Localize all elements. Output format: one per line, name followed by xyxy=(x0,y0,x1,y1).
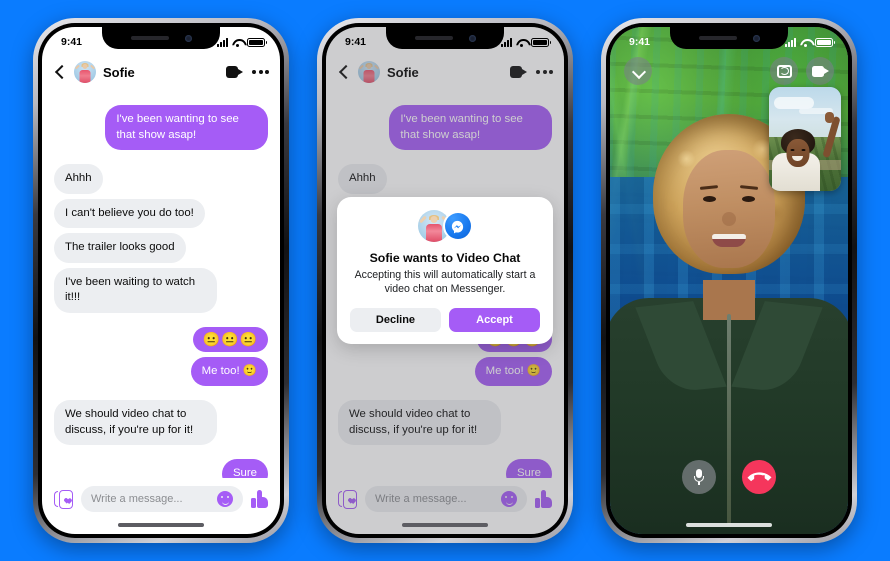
messenger-logo-icon xyxy=(442,211,473,241)
device-notch xyxy=(102,27,220,49)
phone-bezel: 9:41 Sofie I've been wanting to see that… xyxy=(322,23,568,538)
message-row: 😐😐😐 xyxy=(54,326,268,352)
video-camera-icon[interactable] xyxy=(806,57,834,85)
message-bubble: I've been wanting to see that show asap! xyxy=(105,105,268,150)
phone-chat: 9:41 Sofie I've been wanting to see that… xyxy=(33,18,289,543)
microphone-icon[interactable] xyxy=(682,460,716,494)
device-notch xyxy=(670,27,788,49)
status-time: 9:41 xyxy=(345,36,367,48)
chat-header: Sofie xyxy=(42,53,280,91)
phone-bezel: 9:41 xyxy=(606,23,852,538)
message-row: I've been waiting to watch it!!! xyxy=(54,267,268,313)
call-bottom-controls xyxy=(610,460,848,494)
accept-button[interactable]: Accept xyxy=(449,308,540,333)
wifi-icon xyxy=(516,38,527,47)
chevron-down-icon[interactable] xyxy=(624,57,652,85)
phone-call-screen: 9:41 xyxy=(610,27,848,534)
message-row: I've been wanting to see that show asap! xyxy=(54,105,268,150)
call-top-right-controls xyxy=(770,57,834,85)
message-row: Me too! 🙂 xyxy=(54,356,268,387)
message-bubble: We should video chat to discuss, if you'… xyxy=(54,400,217,446)
battery-icon xyxy=(247,37,267,47)
call-top-controls xyxy=(610,57,848,85)
home-indicator xyxy=(686,523,772,527)
dialog-title: Sofie wants to Video Chat xyxy=(369,251,521,265)
message-row: Ahhh xyxy=(54,164,268,194)
video-camera-icon[interactable] xyxy=(226,66,243,78)
video-chat-request-dialog: Sofie wants to Video Chat Accepting this… xyxy=(337,197,553,345)
phone-modal-screen: 9:41 Sofie I've been wanting to see that… xyxy=(326,27,564,534)
header-actions xyxy=(226,66,269,78)
message-row: We should video chat to discuss, if you'… xyxy=(54,400,268,446)
notch-speaker xyxy=(414,36,453,40)
phone-call: 9:41 xyxy=(601,18,857,543)
dialog-subtitle: Accepting this will automatically start … xyxy=(354,269,536,296)
more-options-icon[interactable] xyxy=(252,70,269,74)
battery-icon xyxy=(531,37,551,47)
message-bubble: The trailer looks good xyxy=(54,233,186,263)
home-indicator xyxy=(118,523,204,527)
camera-flip-icon[interactable] xyxy=(770,57,798,85)
message-row: I can't believe you do too! xyxy=(54,198,268,228)
picture-in-picture-self-view[interactable] xyxy=(769,87,841,191)
notch-camera xyxy=(752,34,760,42)
status-indicators xyxy=(217,37,267,47)
emoji-smiley-icon[interactable] xyxy=(217,491,233,507)
message-bubble: I've been waiting to watch it!!! xyxy=(54,267,217,313)
message-row: The trailer looks good xyxy=(54,233,268,263)
device-notch xyxy=(386,27,504,49)
notch-camera xyxy=(468,34,476,42)
phone-chat-screen: 9:41 Sofie I've been wanting to see that… xyxy=(42,27,280,534)
contact-avatar[interactable] xyxy=(74,61,96,83)
phone-bezel: 9:41 Sofie I've been wanting to see that… xyxy=(38,23,284,538)
status-indicators xyxy=(785,37,835,47)
wifi-icon xyxy=(232,38,243,47)
message-bubble-emoji: 😐😐😐 xyxy=(192,326,268,352)
dialog-avatars xyxy=(350,210,540,242)
message-row: Sure xyxy=(54,459,268,478)
end-call-icon[interactable] xyxy=(742,460,776,494)
message-list: I've been wanting to see that show asap!… xyxy=(42,91,280,478)
message-bubble: Ahhh xyxy=(54,164,103,194)
battery-icon xyxy=(815,37,835,47)
status-time: 9:41 xyxy=(61,36,83,48)
message-input-placeholder: Write a message... xyxy=(91,493,183,505)
thumbs-up-icon[interactable] xyxy=(251,490,268,508)
notch-speaker xyxy=(130,36,169,40)
notch-speaker xyxy=(698,36,737,40)
wifi-icon xyxy=(800,38,811,47)
decline-button[interactable]: Decline xyxy=(350,308,441,333)
sticker-heart-icon[interactable] xyxy=(54,489,73,509)
message-composer: Write a message... xyxy=(42,480,280,518)
contact-name: Sofie xyxy=(103,64,135,80)
home-indicator xyxy=(402,523,488,527)
phone-modal: 9:41 Sofie I've been wanting to see that… xyxy=(317,18,573,543)
status-indicators xyxy=(501,37,551,47)
message-input[interactable]: Write a message... xyxy=(81,486,243,512)
message-bubble: Sure xyxy=(221,459,268,478)
status-time: 9:41 xyxy=(629,36,651,48)
notch-camera xyxy=(184,34,192,42)
message-bubble: Me too! 🙂 xyxy=(190,356,268,387)
dialog-actions: Decline Accept xyxy=(350,308,540,333)
screenshot-stage: 9:41 Sofie I've been wanting to see that… xyxy=(0,0,890,561)
back-chevron-icon[interactable] xyxy=(53,65,67,79)
message-bubble: I can't believe you do too! xyxy=(54,198,205,228)
